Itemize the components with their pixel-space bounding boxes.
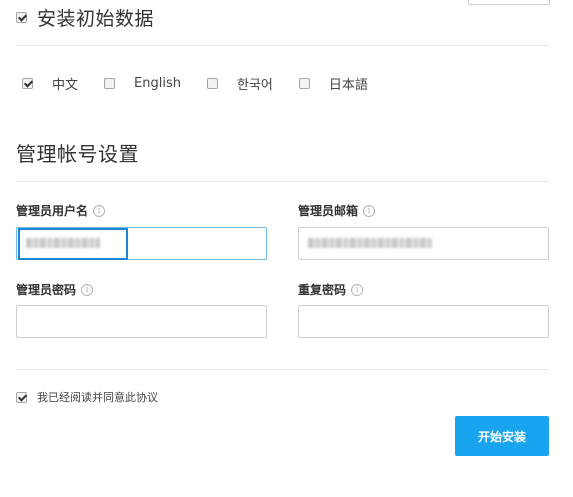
info-icon[interactable]: i xyxy=(363,204,376,217)
agreement-checkbox[interactable] xyxy=(16,391,27,403)
language-checkbox-chinese[interactable] xyxy=(22,77,33,89)
language-checkbox-japanese[interactable] xyxy=(298,77,310,89)
admin-section-title: 管理帐号设置 xyxy=(16,142,139,166)
language-options: 中文 English 한국어 日本語 xyxy=(22,74,394,93)
email-input[interactable] xyxy=(298,227,549,260)
partial-select-box[interactable] xyxy=(468,0,550,5)
divider-bottom xyxy=(16,369,549,370)
install-data-label: 安装初始数据 xyxy=(37,7,155,30)
info-icon[interactable]: i xyxy=(351,283,364,296)
language-option-chinese[interactable]: 中文 xyxy=(22,74,78,93)
confirm-password-input[interactable] xyxy=(298,305,549,338)
language-checkbox-korean[interactable] xyxy=(206,77,218,89)
username-input[interactable] xyxy=(16,227,267,260)
language-label-chinese: 中文 xyxy=(52,77,79,93)
agreement-label: 我已经阅读并同意此协议 xyxy=(37,391,158,404)
username-label: 管理员用户名 xyxy=(16,204,89,218)
agreement-option[interactable]: 我已经阅读并同意此协议 xyxy=(16,390,158,404)
info-icon[interactable]: i xyxy=(81,283,94,296)
username-label-row: 管理员用户名 i xyxy=(16,202,106,219)
email-label-row: 管理员邮箱 i xyxy=(298,202,376,219)
password-input[interactable] xyxy=(16,305,267,338)
confirm-password-label-row: 重复密码 i xyxy=(298,281,364,298)
language-label-english: English xyxy=(134,75,181,91)
start-install-button[interactable]: 开始安装 xyxy=(455,416,549,456)
language-label-korean: 한국어 xyxy=(236,77,273,93)
language-option-korean[interactable]: 한국어 xyxy=(206,74,273,93)
divider-admin xyxy=(16,181,549,182)
install-data-option[interactable]: 安装初始数据 xyxy=(16,4,154,30)
language-option-japanese[interactable]: 日本語 xyxy=(298,74,368,93)
password-label: 管理员密码 xyxy=(16,283,77,297)
language-checkbox-english[interactable] xyxy=(104,77,116,89)
password-label-row: 管理员密码 i xyxy=(16,281,94,298)
email-label: 管理员邮箱 xyxy=(298,204,359,218)
language-option-english[interactable]: English xyxy=(104,76,181,91)
install-data-checkbox[interactable] xyxy=(16,11,27,23)
divider-top xyxy=(16,45,549,46)
confirm-password-label: 重复密码 xyxy=(298,283,347,297)
language-label-japanese: 日本語 xyxy=(328,77,368,93)
info-icon[interactable]: i xyxy=(93,204,106,217)
